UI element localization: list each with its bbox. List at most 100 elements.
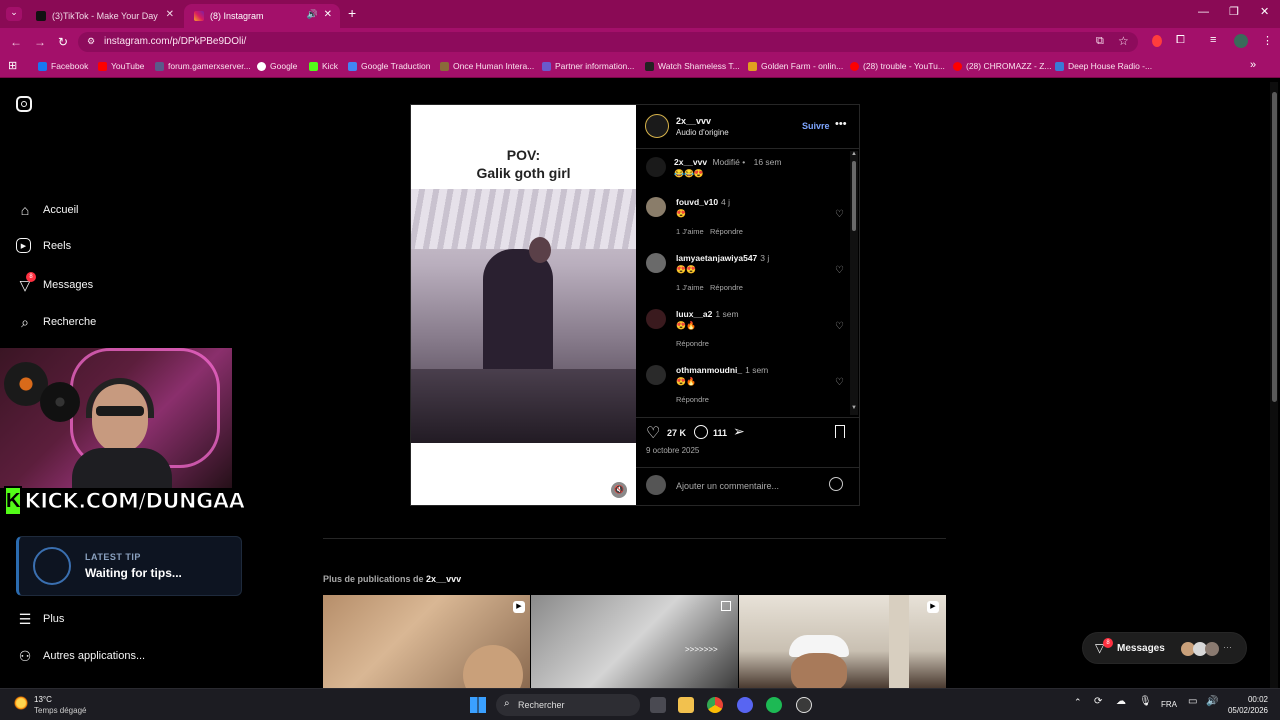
post-thumbnail[interactable]: ▶	[739, 595, 946, 688]
restore-button[interactable]: ❐	[1229, 5, 1239, 18]
task-view-icon[interactable]	[650, 697, 666, 713]
bookmark-kick[interactable]: Kick	[309, 61, 338, 71]
scrollbar-thumb[interactable]	[1272, 92, 1277, 402]
messages-floating-button[interactable]: ▽ 8 Messages ···	[1082, 632, 1247, 664]
minimize-button[interactable]: —	[1198, 6, 1209, 18]
obs-icon[interactable]	[796, 697, 812, 713]
puzzle-icon[interactable]: ⧠	[1176, 34, 1185, 47]
close-tab-icon[interactable]: ✕	[324, 9, 332, 20]
bookmark-forum[interactable]: forum.gamerxserver...	[155, 61, 251, 71]
site-info-icon[interactable]: ⚙	[87, 36, 95, 47]
post-thumbnail[interactable]: >>>>>>>	[531, 595, 738, 688]
new-tab-button[interactable]: +	[348, 5, 356, 21]
emoji-icon[interactable]	[829, 477, 843, 491]
tab-tiktok[interactable]: (3)TikTok - Make Your Day ✕	[26, 4, 182, 28]
reply-button[interactable]: Répondre	[676, 395, 709, 404]
tray-icon[interactable]: ⟳	[1094, 696, 1102, 707]
bookmark-oncehuman[interactable]: Once Human Intera...	[440, 61, 534, 71]
reply-button[interactable]: Répondre	[676, 339, 709, 348]
like-comment-icon[interactable]: ♡	[835, 377, 844, 388]
sidebar-item-apps[interactable]: ⚇ Autres applications...	[16, 647, 145, 665]
tab-instagram[interactable]: (8) Instagram 🔊 ✕	[184, 4, 340, 28]
bookmark-chromazz[interactable]: (28) CHROMAZZ - Z...	[953, 61, 1051, 71]
like-comment-icon[interactable]: ♡	[835, 265, 844, 276]
mute-icon[interactable]: 🔇	[611, 482, 627, 498]
forward-icon[interactable]: →	[34, 35, 46, 49]
bookmark-translate[interactable]: Google Traduction	[348, 61, 430, 71]
clock-time[interactable]: 00:02	[1234, 695, 1268, 704]
reload-icon[interactable]: ↻	[58, 35, 68, 49]
sidebar-item-messages[interactable]: ▽ 8 Messages	[16, 272, 93, 294]
like-icon[interactable]: ♡	[646, 423, 660, 443]
sidebar-item-home[interactable]: ⌂ Accueil	[16, 201, 79, 219]
reply-button[interactable]: Répondre	[710, 283, 743, 292]
spotify-icon[interactable]	[766, 697, 782, 713]
bookmark-star-icon[interactable]: ☆	[1118, 34, 1129, 48]
comment-author[interactable]: 2x__vvv	[674, 157, 707, 167]
likes-count[interactable]: 1 J'aime	[676, 283, 704, 292]
like-comment-icon[interactable]: ♡	[835, 209, 844, 220]
options-icon[interactable]: •••	[835, 118, 847, 130]
close-tab-icon[interactable]: ✕	[166, 9, 174, 20]
scrollbar-thumb[interactable]	[852, 161, 856, 231]
bookmark-shameless[interactable]: Watch Shameless T...	[645, 61, 740, 71]
avatar[interactable]	[646, 365, 666, 385]
weather-icon[interactable]	[14, 696, 28, 710]
microphone-icon[interactable]: 🎙	[1139, 696, 1152, 707]
avatar[interactable]	[646, 309, 666, 329]
bookmark-facebook[interactable]: Facebook	[38, 61, 88, 71]
menu-icon[interactable]: ⋮	[1262, 34, 1273, 47]
author-avatar[interactable]	[645, 114, 669, 138]
sidebar-item-reels[interactable]: ▶ Reels	[16, 238, 71, 253]
more-bookmarks-icon[interactable]: »	[1250, 59, 1256, 71]
likes-count[interactable]: 1 J'aime	[676, 227, 704, 236]
windows-start-icon[interactable]	[470, 697, 486, 713]
comment-author[interactable]: lamyaetanjawiya547	[676, 253, 757, 263]
discord-icon[interactable]	[737, 697, 753, 713]
weather-temp[interactable]: 13°C	[34, 695, 52, 704]
comment-icon[interactable]	[694, 425, 708, 439]
file-explorer-icon[interactable]	[678, 697, 694, 713]
reel-video[interactable]: POV: Galik goth girl 🔇	[411, 105, 636, 505]
audio-label[interactable]: Audio d'origine	[676, 128, 729, 137]
scroll-down-icon[interactable]: ▼	[851, 405, 857, 411]
avatar[interactable]	[646, 253, 666, 273]
bookmark-deephouse[interactable]: Deep House Radio -...	[1055, 61, 1152, 71]
follow-button[interactable]: Suivre	[802, 121, 830, 131]
profile-avatar[interactable]	[1234, 34, 1248, 48]
more-posts-user[interactable]: 2x__vvv	[426, 574, 461, 584]
reply-button[interactable]: Répondre	[710, 227, 743, 236]
volume-icon[interactable]: 🔊	[1206, 696, 1218, 707]
bookmark-google[interactable]: Google	[257, 61, 297, 71]
network-icon[interactable]: ▭	[1188, 696, 1197, 707]
install-icon[interactable]: ⧉	[1096, 35, 1104, 48]
bookmark-youtube[interactable]: YouTube	[98, 61, 144, 71]
keyboard-language[interactable]: FRA	[1161, 700, 1177, 709]
apps-grid-icon[interactable]: ⊞	[8, 59, 17, 72]
comment-author[interactable]: fouvd_v10	[676, 197, 718, 207]
post-thumbnail[interactable]: ▶	[323, 595, 530, 688]
avatar[interactable]	[646, 197, 666, 217]
tray-icon[interactable]: ☁	[1116, 696, 1126, 707]
close-window-button[interactable]: ✕	[1260, 5, 1269, 18]
bookmark-partner[interactable]: Partner information...	[542, 61, 634, 71]
sidebar-item-more[interactable]: ☰ Plus	[16, 610, 65, 628]
sidebar-item-search[interactable]: ⌕ Recherche	[16, 313, 96, 331]
clock-date[interactable]: 05/02/2026	[1222, 706, 1268, 715]
tray-chevron-icon[interactable]: ⌃	[1074, 697, 1082, 708]
tab-search-button[interactable]: ⌄	[6, 7, 22, 21]
scroll-up-icon[interactable]: ▲	[851, 151, 857, 157]
back-icon[interactable]: ←	[10, 35, 22, 49]
like-comment-icon[interactable]: ♡	[835, 321, 844, 332]
comment-author[interactable]: othmanmoudni_	[676, 365, 742, 375]
instagram-logo-icon[interactable]	[16, 96, 32, 112]
taskbar-search[interactable]: ⌕ Rechercher	[496, 694, 640, 716]
weather-desc[interactable]: Temps dégagé	[34, 706, 86, 715]
avatar[interactable]	[646, 157, 666, 177]
add-comment-input[interactable]: Ajouter un commentaire...	[676, 481, 779, 491]
extension-icon[interactable]	[1152, 35, 1162, 47]
speaker-icon[interactable]: 🔊	[307, 9, 318, 20]
bookmark-trouble[interactable]: (28) trouble - YouTu...	[850, 61, 945, 71]
chrome-icon[interactable]	[707, 697, 723, 713]
media-icon[interactable]: ≡	[1210, 34, 1216, 46]
